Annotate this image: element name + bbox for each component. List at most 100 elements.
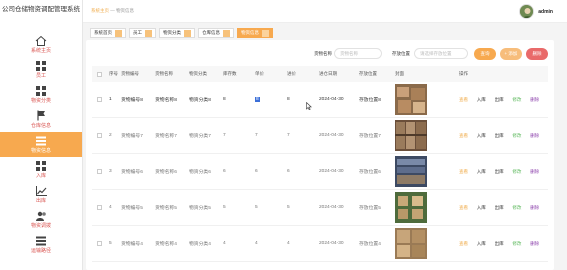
delete-row-button[interactable]: 删除	[530, 133, 548, 139]
column-header: 操作	[459, 71, 468, 76]
name-search-input[interactable]: 货物名称	[334, 48, 382, 59]
tab-warehouse[interactable]: 仓库信息	[198, 28, 234, 38]
cell-stock: 5	[223, 205, 226, 210]
row-checkbox[interactable]	[92, 205, 105, 210]
edit-button[interactable]: 修改	[512, 169, 530, 175]
delete-button[interactable]: 删除	[526, 48, 548, 60]
inbound-button[interactable]: 入库	[477, 97, 495, 103]
outbound-button[interactable]: 出库	[495, 169, 513, 175]
sidebar-item-warehouse[interactable]: 仓库信息	[0, 107, 82, 132]
view-button[interactable]: 查看	[459, 241, 477, 247]
cover-image[interactable]	[395, 120, 427, 151]
cell-location: 存放位置6	[359, 170, 381, 175]
cover-image[interactable]	[395, 156, 427, 187]
row-actions: 查看 入库 出库 修改 删除	[459, 133, 548, 139]
row-checkbox[interactable]	[92, 97, 105, 102]
cell-index: 1	[109, 97, 112, 102]
cover-image[interactable]	[395, 84, 427, 115]
location-select[interactable]: 请选择存放位置	[414, 48, 468, 59]
row-checkbox[interactable]	[92, 241, 105, 246]
selected-text: 8	[255, 97, 260, 102]
name-label: 货物名称	[314, 51, 332, 56]
column-header: 货物编号	[121, 71, 139, 76]
cell-location: 存放位置4	[359, 242, 381, 247]
delete-row-button[interactable]: 删除	[530, 241, 548, 247]
avatar[interactable]	[519, 4, 535, 19]
cell-buy-price: 6	[287, 169, 290, 174]
cell-location: 存放位置5	[359, 206, 381, 211]
inbound-button[interactable]: 入库	[477, 241, 495, 247]
column-header: 进仓日期	[319, 71, 337, 76]
outbound-button[interactable]: 出库	[495, 133, 513, 139]
sidebar-item-label: 出库	[35, 197, 46, 204]
delete-row-button[interactable]: 删除	[530, 205, 548, 211]
cell-name: 货物名称6	[155, 170, 177, 175]
sidebar-item-transfer[interactable]: 物资调拨	[0, 207, 82, 232]
row-checkbox[interactable]	[92, 169, 105, 174]
outbound-button[interactable]: 出库	[495, 205, 513, 211]
table-row[interactable]: 2 货物编号7 货物名称7 物资分类7 7 7 7 2024-04-30 存放位…	[92, 118, 548, 154]
edit-button[interactable]: 修改	[512, 97, 530, 103]
chart-icon	[35, 185, 47, 197]
search-button[interactable]: 查询	[474, 48, 496, 60]
table-row[interactable]: 3 货物编号6 货物名称6 物资分类6 6 6 6 2024-04-30 存放位…	[92, 154, 548, 190]
add-button[interactable]: + 添加	[500, 48, 522, 60]
table-row[interactable]: 4 货物编号5 货物名称5 物资分类5 5 5 5 2024-04-30 存放位…	[92, 190, 548, 226]
breadcrumb: 系统主页 — 物资信息	[91, 8, 134, 14]
inbound-button[interactable]: 入库	[477, 133, 495, 139]
tab-bar: 系统首页 员工 物资分类 仓库信息 物资信息	[90, 28, 276, 38]
inbound-button[interactable]: 入库	[477, 169, 495, 175]
view-button[interactable]: 查看	[459, 205, 477, 211]
sidebar-item-inbound[interactable]: 入库	[0, 157, 82, 182]
cell-buy-price: 4	[287, 241, 290, 246]
cell-cover	[395, 156, 459, 187]
cell-cover	[395, 192, 459, 223]
view-button[interactable]: 查看	[459, 97, 477, 103]
tab-staff[interactable]: 员工	[129, 28, 156, 38]
sidebar-item-label: 仓库信息	[30, 122, 51, 129]
close-icon[interactable]	[262, 29, 269, 37]
sidebar-item-home[interactable]: 系统主页	[0, 32, 82, 57]
sidebar-item-label: 物资信息	[30, 147, 51, 154]
close-icon[interactable]	[184, 29, 191, 37]
edit-button[interactable]: 修改	[512, 205, 530, 211]
sidebar-item-outbound[interactable]: 出库	[0, 182, 82, 207]
breadcrumb-home[interactable]: 系统主页	[91, 8, 109, 13]
edit-button[interactable]: 修改	[512, 241, 530, 247]
sidebar-item-goods[interactable]: 物资信息	[0, 132, 82, 157]
tab-label: 仓库信息	[202, 30, 220, 35]
sidebar-item-label: 物资分类	[30, 97, 51, 104]
row-checkbox[interactable]	[92, 133, 105, 138]
table-row[interactable]: 1 货物编号8 货物名称8 物资分类8 8 8 8 2024-04-30 存放位…	[92, 82, 548, 118]
close-icon[interactable]	[223, 29, 230, 37]
cell-location: 存放位置7	[359, 134, 381, 139]
users-icon	[35, 210, 47, 222]
edit-button[interactable]: 修改	[512, 133, 530, 139]
table-row[interactable]: 5 货物编号4 货物名称4 物资分类4 4 4 4 2024-04-30 存放位…	[92, 226, 548, 262]
cell-date: 2024-04-30	[319, 97, 344, 102]
list-icon	[35, 235, 47, 247]
sidebar-item-route[interactable]: 运输路径	[0, 232, 82, 257]
sidebar-item-category[interactable]: 物资分类	[0, 82, 82, 107]
outbound-button[interactable]: 出库	[495, 97, 513, 103]
column-header: 货物名称	[155, 71, 173, 76]
view-button[interactable]: 查看	[459, 169, 477, 175]
sidebar-item-staff[interactable]: 员工	[0, 57, 82, 82]
delete-row-button[interactable]: 删除	[530, 97, 548, 103]
select-all-checkbox[interactable]	[92, 71, 105, 77]
inbound-button[interactable]: 入库	[477, 205, 495, 211]
tab-label: 物资分类	[163, 30, 181, 35]
tab-home[interactable]: 系统首页	[90, 28, 126, 38]
cover-image[interactable]	[395, 192, 427, 223]
tab-category[interactable]: 物资分类	[159, 28, 195, 38]
outbound-button[interactable]: 出库	[495, 241, 513, 247]
cell-location: 存放位置8	[359, 98, 381, 103]
tab-goods[interactable]: 物资信息	[237, 28, 273, 38]
close-icon[interactable]	[115, 29, 122, 37]
view-button[interactable]: 查看	[459, 133, 477, 139]
user-menu[interactable]: admin	[519, 4, 553, 19]
delete-row-button[interactable]: 删除	[530, 169, 548, 175]
close-icon[interactable]	[145, 29, 152, 37]
cell-price: 5	[255, 205, 258, 210]
cover-image[interactable]	[395, 228, 427, 259]
